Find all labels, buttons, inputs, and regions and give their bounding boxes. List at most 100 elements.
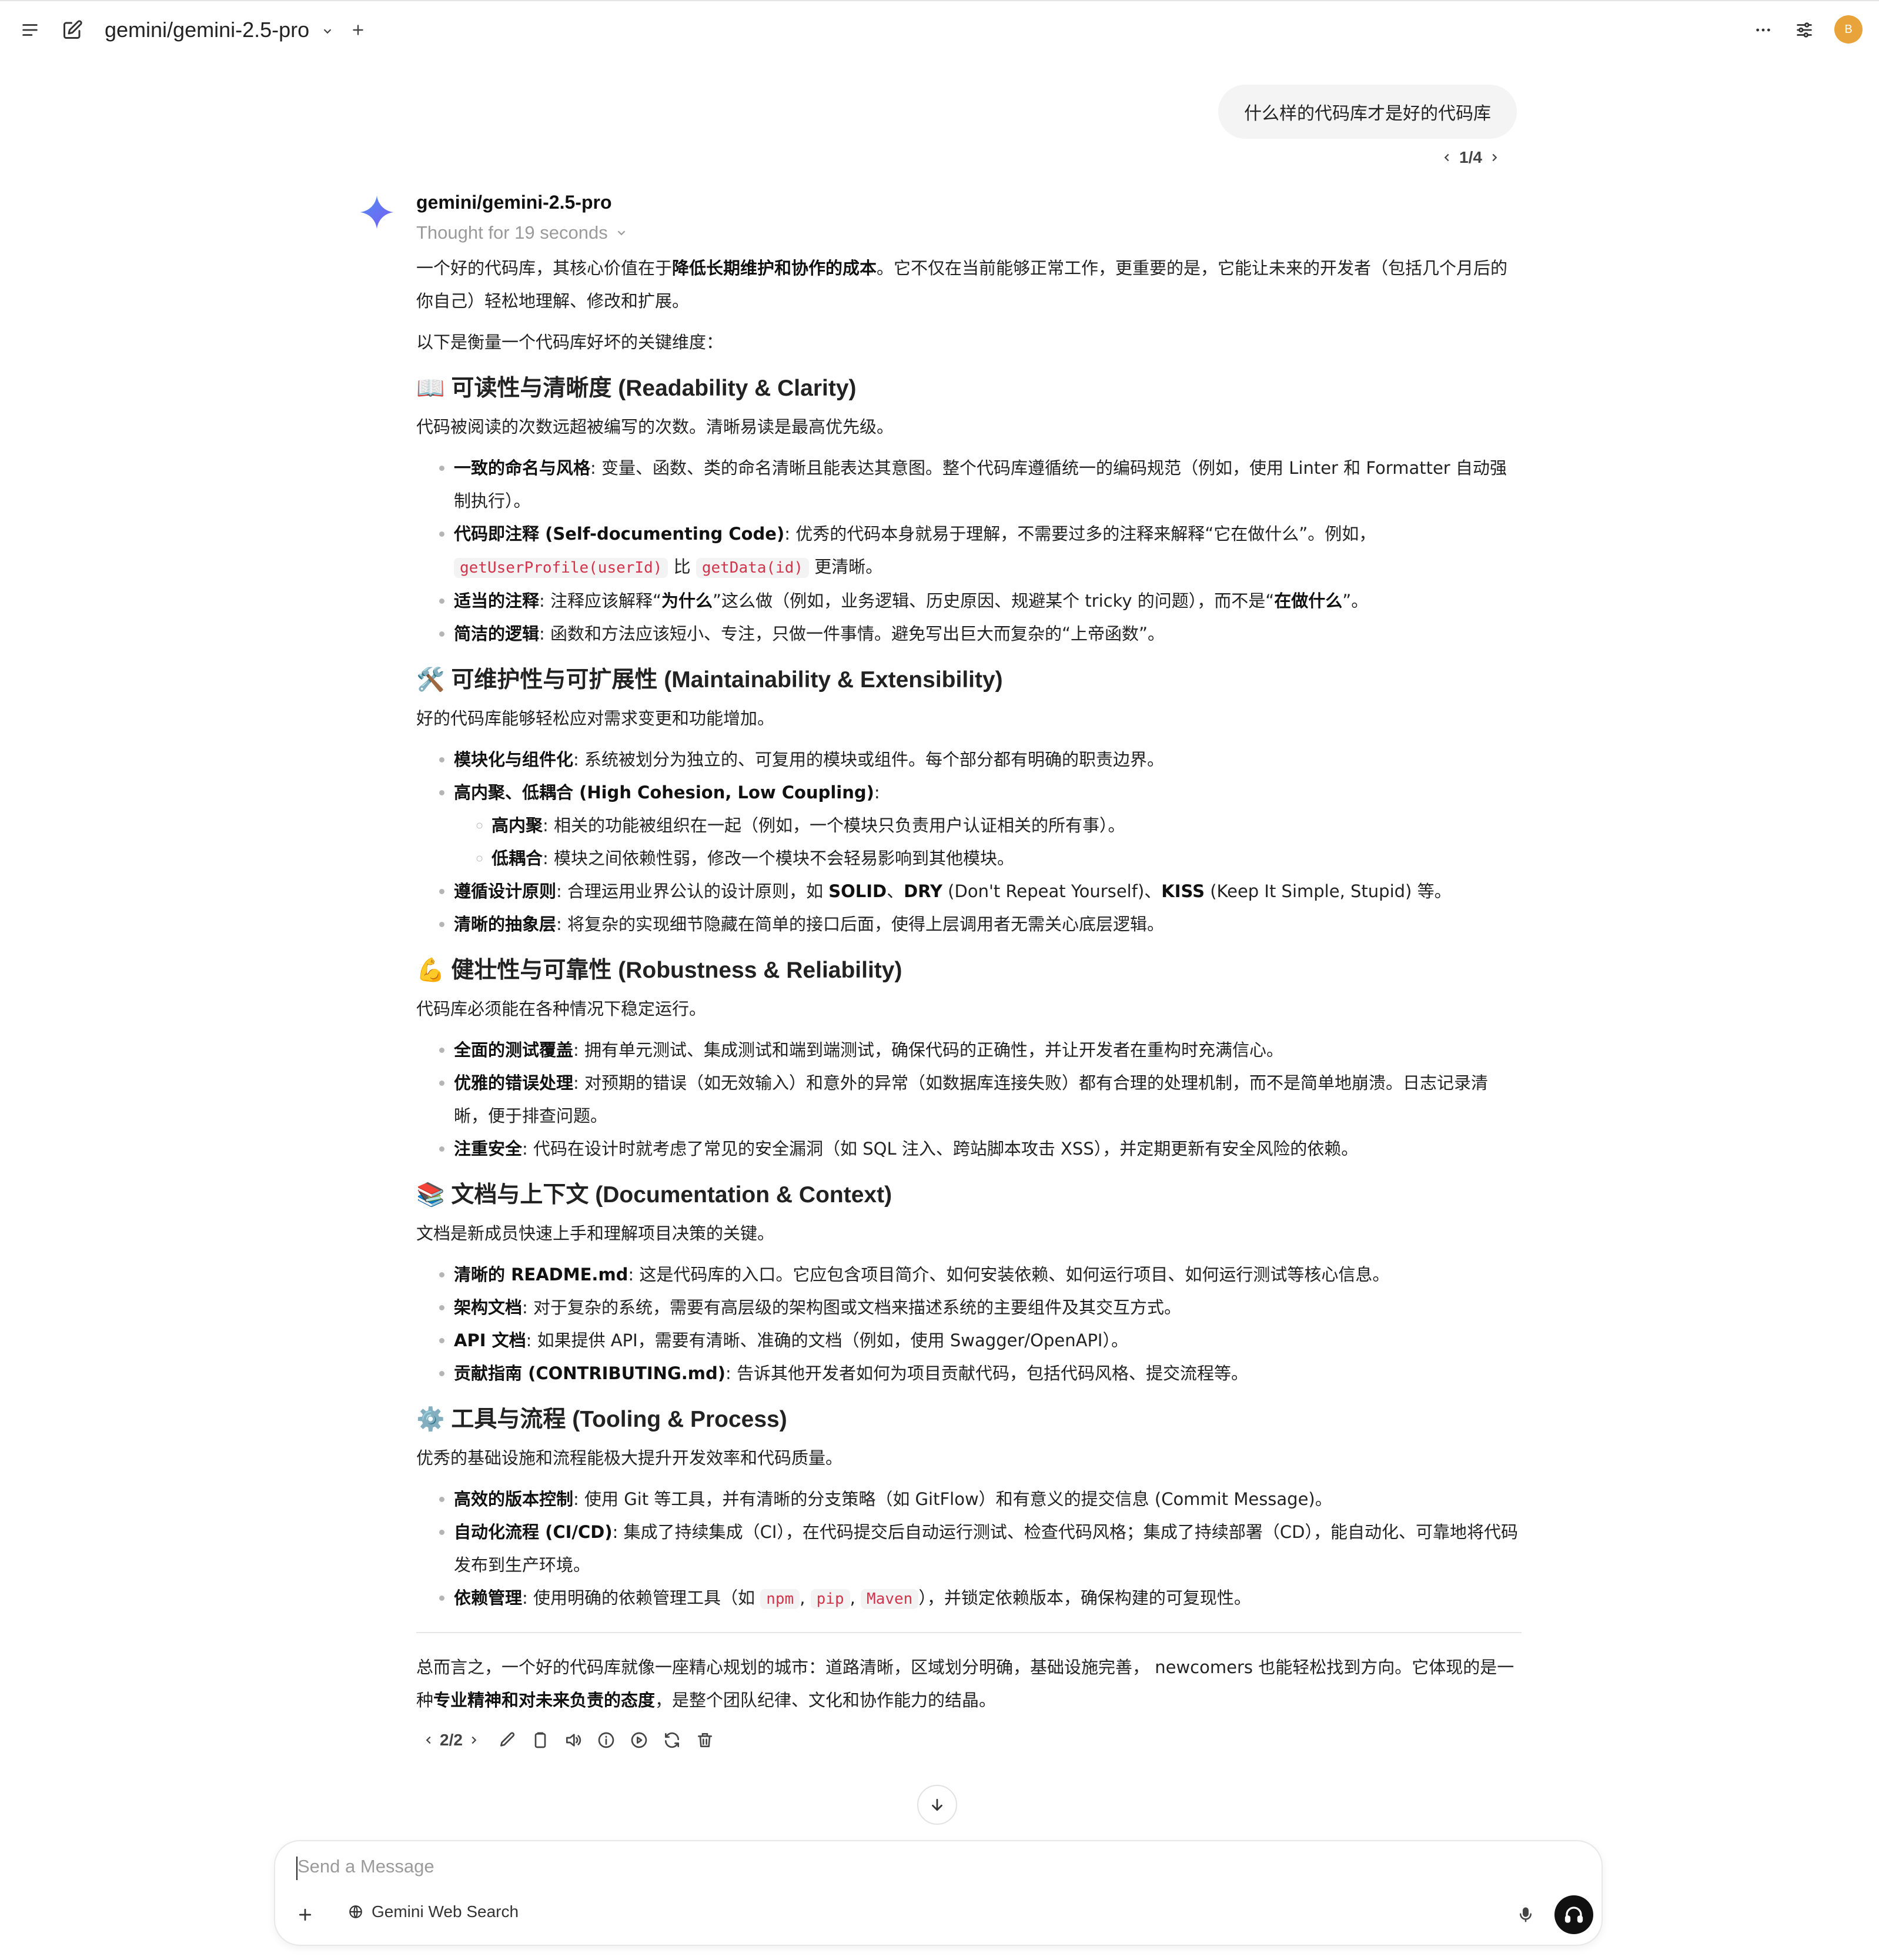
- section-title: 可维护性与可扩展性 (Maintainability & Extensibili…: [451, 667, 1003, 693]
- continue-play-icon[interactable]: [630, 1731, 648, 1750]
- top-bar: gemini/gemini-2.5-pro B: [0, 0, 1879, 60]
- item-text: (Don't Repeat Yourself)、: [942, 881, 1162, 901]
- item-term: 注重安全: [454, 1139, 523, 1159]
- list-item: 适当的注释: 注释应该解释“为什么”这么做（例如，业务逻辑、历史原因、规避某个 …: [454, 584, 1522, 617]
- list-item: 低耦合: 模块之间依赖性弱，修改一个模块不会轻易影响到其他模块。: [492, 842, 1522, 875]
- item-term: 依赖管理: [454, 1588, 523, 1608]
- chevron-right-icon[interactable]: [467, 1734, 480, 1747]
- list-item: 架构文档: 对于复杂的系统，需要有高层级的架构图或文档来描述系统的主要组件及其交…: [454, 1291, 1522, 1324]
- item-text: : 注释应该解释“: [539, 591, 662, 611]
- info-icon[interactable]: [597, 1731, 616, 1750]
- item-text: : 代码在设计时就考虑了常见的安全漏洞（如 SQL 注入、跨站脚本攻击 XSS）…: [522, 1139, 1359, 1159]
- item-term: 遵循设计原则: [454, 881, 557, 901]
- item-emphasis: SOLID: [828, 881, 887, 901]
- item-text: : 拥有单元测试、集成测试和端到端测试，确保代码的正确性，并让开发者在重构时充满…: [573, 1040, 1284, 1060]
- list-item: 模块化与组件化: 系统被划分为独立的、可复用的模块或组件。每个部分都有明确的职责…: [454, 743, 1522, 776]
- item-text: : 如果提供 API，需要有清晰、准确的文档（例如，使用 Swagger/Ope…: [526, 1330, 1128, 1350]
- list-item: 清晰的 README.md: 这是代码库的入口。它应包含项目简介、如何安装依赖、…: [454, 1258, 1522, 1291]
- web-search-toggle[interactable]: Gemini Web Search: [348, 1902, 519, 1921]
- item-text: ），并锁定依赖版本，确保构建的可复现性。: [918, 1588, 1251, 1608]
- gear-icon: ⚙️: [416, 1407, 445, 1432]
- list-item: 自动化流程 (CI/CD): 集成了持续集成（CI），在代码提交后自动运行测试、…: [454, 1516, 1522, 1581]
- summary-emphasis: 专业精神和对未来负责的态度: [433, 1690, 656, 1710]
- list-item: 代码即注释 (Self-documenting Code): 优秀的代码本身就易…: [454, 517, 1522, 584]
- inline-code: getUserProfile(userId): [454, 558, 668, 578]
- user-pager-label: 1/4: [1459, 148, 1482, 166]
- message-input[interactable]: [296, 1855, 1533, 1878]
- chevron-left-icon[interactable]: [1440, 151, 1453, 164]
- item-term: 自动化流程 (CI/CD): [454, 1522, 613, 1542]
- inline-code: npm: [760, 1589, 800, 1609]
- list-item: 遵循设计原则: 合理运用业界公认的设计原则，如 SOLID、DRY (Don't…: [454, 875, 1522, 908]
- item-term: 优雅的错误处理: [454, 1073, 574, 1093]
- globe-icon: [349, 1905, 362, 1918]
- read-aloud-speaker-icon[interactable]: [564, 1731, 583, 1750]
- item-text: 、: [887, 881, 904, 901]
- section-heading: ⚙️ 工具与流程 (Tooling & Process): [416, 1403, 1522, 1437]
- message-actions: 2/2: [422, 1731, 714, 1750]
- model-selector[interactable]: gemini/gemini-2.5-pro: [105, 18, 334, 42]
- item-text: : 相关的功能被组织在一起（例如，一个模块只负责用户认证相关的所有事）。: [543, 815, 1125, 835]
- item-text: (Keep It Simple, Stupid) 等。: [1205, 881, 1452, 901]
- divider: [416, 1632, 1522, 1633]
- item-text: ”这么做（例如，业务逻辑、历史原因、规避某个 tricky 的问题），而不是“: [713, 591, 1275, 611]
- list-item: 注重安全: 代码在设计时就考虑了常见的安全漏洞（如 SQL 注入、跨站脚本攻击 …: [454, 1132, 1522, 1165]
- item-text: : 使用明确的依赖管理工具（如: [522, 1588, 761, 1608]
- item-term: 代码即注释 (Self-documenting Code): [454, 524, 785, 544]
- item-term: 高效的版本控制: [454, 1489, 574, 1509]
- controls-sliders-icon[interactable]: [1791, 16, 1818, 44]
- edit-pencil-icon[interactable]: [498, 1731, 517, 1750]
- item-text: : 对预期的错误（如无效输入）和意外的异常（如数据库连接失败）都有合理的处理机制…: [454, 1073, 1489, 1126]
- headphones-icon: [1564, 1907, 1583, 1923]
- bullet-list: 模块化与组件化: 系统被划分为独立的、可复用的模块或组件。每个部分都有明确的职责…: [416, 743, 1522, 941]
- delete-trash-icon[interactable]: [696, 1731, 714, 1750]
- regenerate-icon[interactable]: [663, 1731, 681, 1750]
- item-text: : 优秀的代码本身就易于理解，不需要过多的注释来解释“它在做什么”。例如，: [784, 524, 1376, 544]
- chevron-left-icon[interactable]: [422, 1734, 435, 1747]
- item-text: :: [874, 782, 880, 802]
- item-emphasis: KISS: [1161, 881, 1205, 901]
- voice-mode-button[interactable]: [1554, 1895, 1593, 1934]
- item-text: : 模块之间依赖性弱，修改一个模块不会轻易影响到其他模块。: [543, 848, 1015, 868]
- message-composer: Gemini Web Search: [274, 1840, 1603, 1946]
- inline-code: Maven: [861, 1589, 919, 1609]
- flexed-biceps-icon: 💪: [416, 958, 445, 983]
- attach-plus-button[interactable]: [292, 1901, 319, 1928]
- section-title: 健壮性与可靠性 (Robustness & Reliability): [451, 958, 902, 983]
- scroll-to-bottom-button[interactable]: [917, 1785, 957, 1825]
- microphone-button[interactable]: [1512, 1901, 1539, 1928]
- item-text: : 合理运用业界公认的设计原则，如: [556, 881, 829, 901]
- item-text: ,: [850, 1588, 861, 1608]
- thought-label: Thought for 19 seconds: [416, 222, 608, 243]
- item-text: : 对于复杂的系统，需要有高层级的架构图或文档来描述系统的主要组件及其交互方式。: [522, 1297, 1182, 1317]
- arrow-down-icon: [932, 1798, 942, 1811]
- item-term: 清晰的抽象层: [454, 914, 557, 934]
- bullet-list: 一致的命名与风格: 变量、函数、类的命名清晰且能表达其意图。整个代码库遵循统一的…: [416, 451, 1522, 650]
- list-item: 高内聚: 相关的功能被组织在一起（例如，一个模块只负责用户认证相关的所有事）。: [492, 809, 1522, 842]
- assistant-model-name: gemini/gemini-2.5-pro: [416, 192, 612, 213]
- add-model-icon[interactable]: [345, 16, 372, 44]
- book-icon: 📖: [416, 376, 445, 401]
- sidebar-menu-icon[interactable]: [16, 16, 44, 44]
- item-emphasis: 为什么: [661, 591, 713, 611]
- item-emphasis: 在做什么: [1274, 591, 1343, 611]
- item-text: 比: [673, 557, 691, 577]
- item-text: : 告诉其他开发者如何为项目贡献代码，包括代码风格、提交流程等。: [725, 1363, 1249, 1383]
- user-message-pager: 1/4: [1440, 148, 1501, 167]
- new-chat-icon[interactable]: [59, 16, 86, 44]
- item-text: : 使用 Git 等工具，并有清晰的分支策略（如 GitFlow）和有意义的提交…: [573, 1489, 1332, 1509]
- bullet-list: 高效的版本控制: 使用 Git 等工具，并有清晰的分支策略（如 GitFlow）…: [416, 1483, 1522, 1616]
- user-avatar[interactable]: B: [1834, 15, 1863, 44]
- chevron-right-icon[interactable]: [1488, 151, 1501, 164]
- item-term: 模块化与组件化: [454, 750, 574, 770]
- more-options-icon[interactable]: [1750, 16, 1777, 44]
- copy-clipboard-icon[interactable]: [531, 1731, 550, 1750]
- list-item: 清晰的抽象层: 将复杂的实现细节隐藏在简单的接口后面，使得上层调用者无需关心底层…: [454, 908, 1522, 941]
- inline-code: getData(id): [696, 558, 810, 578]
- section-title: 可读性与清晰度 (Readability & Clarity): [451, 376, 857, 401]
- intro-text: 一个好的代码库，其核心价值在于: [416, 258, 673, 278]
- thought-toggle[interactable]: Thought for 19 seconds: [416, 222, 628, 243]
- list-item: 依赖管理: 使用明确的依赖管理工具（如 npm, pip, Maven），并锁定…: [454, 1581, 1522, 1616]
- item-term: 高内聚、低耦合 (High Cohesion, Low Coupling): [454, 782, 874, 802]
- list-item: 高效的版本控制: 使用 Git 等工具，并有清晰的分支策略（如 GitFlow）…: [454, 1483, 1522, 1516]
